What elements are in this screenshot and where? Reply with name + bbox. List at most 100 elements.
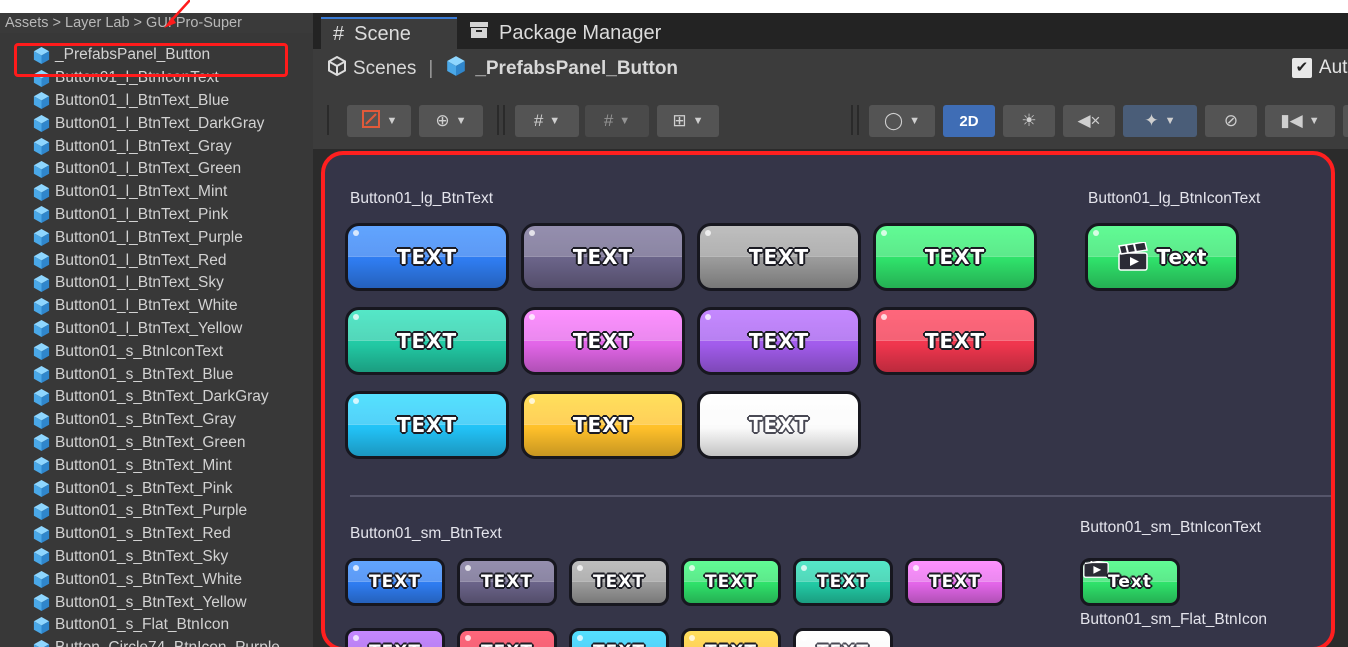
lg-button-blue[interactable]: TEXT xyxy=(345,223,509,291)
chevron-down-icon: ▼ xyxy=(549,115,561,127)
increment-snap-button[interactable]: # ▼ xyxy=(585,105,649,137)
visibility-button[interactable]: ⊘ xyxy=(1205,105,1257,137)
prefab-icon xyxy=(32,639,51,647)
asset-item[interactable]: Button01_s_BtnText_DarkGray xyxy=(0,386,313,409)
asset-item[interactable]: Button01_s_BtnIconText xyxy=(0,340,313,363)
asset-item[interactable]: Button01_s_BtnText_Pink xyxy=(0,477,313,500)
group-label-sm-text: Button01_sm_BtnText xyxy=(350,525,502,542)
lg-button-white[interactable]: TEXT xyxy=(697,391,861,459)
tab-package-manager[interactable]: Package Manager xyxy=(457,17,661,49)
asset-item[interactable]: Button01_s_BtnText_Green xyxy=(0,432,313,455)
asset-item[interactable]: Button01_s_Flat_BtnIcon xyxy=(0,614,313,637)
sm-button-red[interactable]: TEXT xyxy=(457,628,557,647)
asset-item[interactable]: Button01_s_BtnText_Purple xyxy=(0,500,313,523)
sm-button-yellow[interactable]: TEXT xyxy=(681,628,781,647)
asset-item[interactable]: Button01_l_BtnText_DarkGray xyxy=(0,112,313,135)
sm-button-purple[interactable]: TEXT xyxy=(345,628,445,647)
shading-sphere-icon: ◯ xyxy=(884,111,904,130)
lg-button-mint[interactable]: TEXT xyxy=(345,307,509,375)
lg-button-yellow[interactable]: TEXT xyxy=(521,391,685,459)
lg-button-purple[interactable]: TEXT xyxy=(697,307,861,375)
asset-item[interactable]: Button01_l_BtnText_Blue xyxy=(0,90,313,113)
toggle-2d-button[interactable]: 2D xyxy=(943,105,995,137)
shading-mode-button[interactable]: ◯ ▼ xyxy=(869,105,935,137)
tab-scene[interactable]: # Scene xyxy=(321,17,457,49)
sm-button-pink[interactable]: TEXT xyxy=(905,558,1005,606)
asset-item[interactable]: Button01_l_BtnText_Pink xyxy=(0,204,313,227)
lg-button-darkgray[interactable]: TEXT xyxy=(521,223,685,291)
sm-button-green[interactable]: TEXT xyxy=(681,558,781,606)
asset-item-label: Button01_l_BtnText_Mint xyxy=(55,183,228,201)
asset-item[interactable]: Button01_l_BtnIconText xyxy=(0,67,313,90)
breadcrumb-separator: | xyxy=(428,58,434,79)
button-label: TEXT xyxy=(817,642,869,647)
asset-item-label: Button01_l_BtnText_Green xyxy=(55,160,242,178)
breadcrumb-prefab[interactable]: _PrefabsPanel_Button xyxy=(475,58,678,80)
more-tools-button[interactable] xyxy=(1343,105,1348,137)
scene-panel: # Scene Package Manager Scenes | _Prefab… xyxy=(313,13,1348,647)
asset-item-selected[interactable]: _PrefabsPanel_Button xyxy=(0,44,313,67)
scene-view[interactable]: Button01_lg_BtnText Button01_lg_BtnIconT… xyxy=(313,149,1348,647)
lg-button-gray[interactable]: TEXT xyxy=(697,223,861,291)
lighting-button[interactable]: ☀ xyxy=(1003,105,1055,137)
audio-button[interactable]: ◀× xyxy=(1063,105,1115,137)
asset-item[interactable]: Button01_l_BtnText_Green xyxy=(0,158,313,181)
breadcrumb[interactable]: Assets > Layer Lab > GUI Pro-Super xyxy=(0,13,313,33)
asset-item[interactable]: Button01_l_BtnText_Gray xyxy=(0,135,313,158)
asset-item[interactable]: Button01_s_BtnText_Blue xyxy=(0,363,313,386)
sm-button-darkgray[interactable]: TEXT xyxy=(457,558,557,606)
asset-item[interactable]: Button01_s_BtnText_Sky xyxy=(0,546,313,569)
lg-button-sky[interactable]: TEXT xyxy=(345,391,509,459)
sm-button-blue[interactable]: TEXT xyxy=(345,558,445,606)
global-toggle-button[interactable]: ⊕ ▼ xyxy=(419,105,483,137)
asset-item-label: Button01_l_BtnText_Purple xyxy=(55,228,243,246)
asset-item[interactable]: Button01_s_BtnText_Mint xyxy=(0,454,313,477)
camera-icon: ▮◀ xyxy=(1280,111,1303,130)
asset-item[interactable]: Button01_s_BtnText_White xyxy=(0,568,313,591)
sm-button-sky[interactable]: TEXT xyxy=(569,628,669,647)
transform-tool-button[interactable]: ▼ xyxy=(347,105,411,137)
asset-item[interactable]: Button01_s_BtnText_Gray xyxy=(0,409,313,432)
sm-button-white[interactable]: TEXT xyxy=(793,628,893,647)
camera-button[interactable]: ▮◀ ▼ xyxy=(1265,105,1335,137)
button-label: TEXT xyxy=(593,572,645,592)
asset-item-label: Button01_s_BtnText_Pink xyxy=(55,479,233,497)
unity-logo-icon xyxy=(327,55,347,82)
snap-icon: # xyxy=(603,111,614,130)
asset-item[interactable]: Button_Circle74_BtnIcon_Purple xyxy=(0,637,313,647)
asset-item-label: _PrefabsPanel_Button xyxy=(55,46,211,64)
sm-button-gray[interactable]: TEXT xyxy=(569,558,669,606)
toolbar-separator xyxy=(503,105,505,135)
button-label: Text xyxy=(1156,245,1208,269)
asset-item[interactable]: Button01_l_BtnText_Sky xyxy=(0,272,313,295)
asset-item[interactable]: Button01_l_BtnText_Mint xyxy=(0,181,313,204)
lg-icon-text-button[interactable]: Text xyxy=(1085,223,1239,291)
asset-item[interactable]: Button01_l_BtnText_Purple xyxy=(0,226,313,249)
button-label: TEXT xyxy=(572,329,634,353)
chevron-down-icon: ▼ xyxy=(619,115,631,127)
asset-item[interactable]: Button01_l_BtnText_Yellow xyxy=(0,318,313,341)
asset-item-label: Button01_l_BtnText_DarkGray xyxy=(55,114,265,132)
ruler-button[interactable]: ⊞ ▼ xyxy=(657,105,719,137)
prefab-icon xyxy=(32,365,51,384)
asset-item-label: Button01_l_BtnText_Red xyxy=(55,251,227,269)
sm-icon-text-button[interactable]: Text xyxy=(1080,558,1180,606)
sm-button-mint[interactable]: TEXT xyxy=(793,558,893,606)
toolbar-separator xyxy=(327,105,329,135)
effects-button[interactable]: ✦ ▼ xyxy=(1123,105,1197,137)
auto-save-toggle[interactable]: ✔ Auto xyxy=(1291,57,1348,79)
grid-snap-button[interactable]: # ▼ xyxy=(515,105,579,137)
prefab-icon xyxy=(32,228,51,247)
lg-button-pink[interactable]: TEXT xyxy=(521,307,685,375)
prefab-icon xyxy=(32,456,51,475)
lg-button-green[interactable]: TEXT xyxy=(873,223,1037,291)
asset-item[interactable]: Button01_s_BtnText_Red xyxy=(0,523,313,546)
breadcrumb-scenes[interactable]: Scenes xyxy=(353,58,416,80)
scene-breadcrumb: Scenes | _PrefabsPanel_Button ✔ Auto xyxy=(313,49,1348,89)
lg-button-red[interactable]: TEXT xyxy=(873,307,1037,375)
asset-item[interactable]: Button01_l_BtnText_Red xyxy=(0,249,313,272)
button-label: TEXT xyxy=(396,329,458,353)
asset-item[interactable]: Button01_s_BtnText_Yellow xyxy=(0,591,313,614)
asset-item[interactable]: Button01_l_BtnText_White xyxy=(0,295,313,318)
prefab-icon xyxy=(32,319,51,338)
